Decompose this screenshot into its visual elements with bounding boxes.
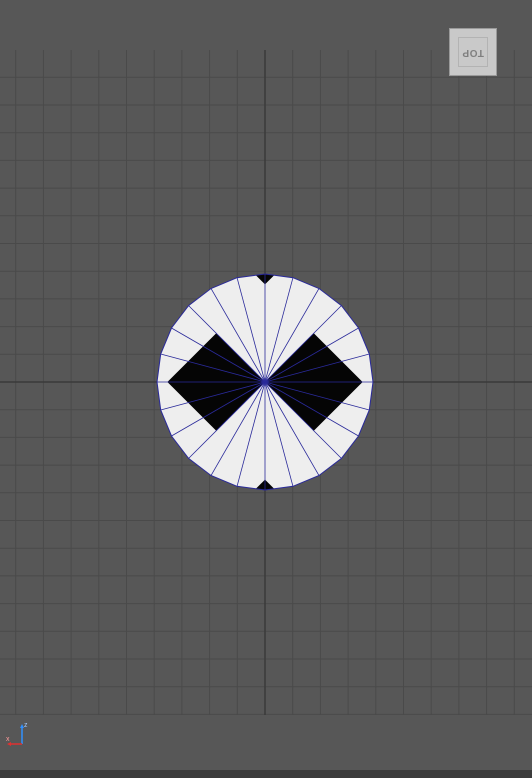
view-cube-label: TOP — [462, 46, 484, 58]
axis-gizmo: z x — [6, 722, 28, 746]
top-viewport[interactable]: TOP z x — [0, 0, 532, 778]
view-cube[interactable]: TOP — [449, 28, 497, 76]
z-axis-label: z — [24, 722, 28, 729]
viewport-canvas[interactable] — [0, 0, 532, 778]
x-axis-label: x — [6, 736, 10, 743]
